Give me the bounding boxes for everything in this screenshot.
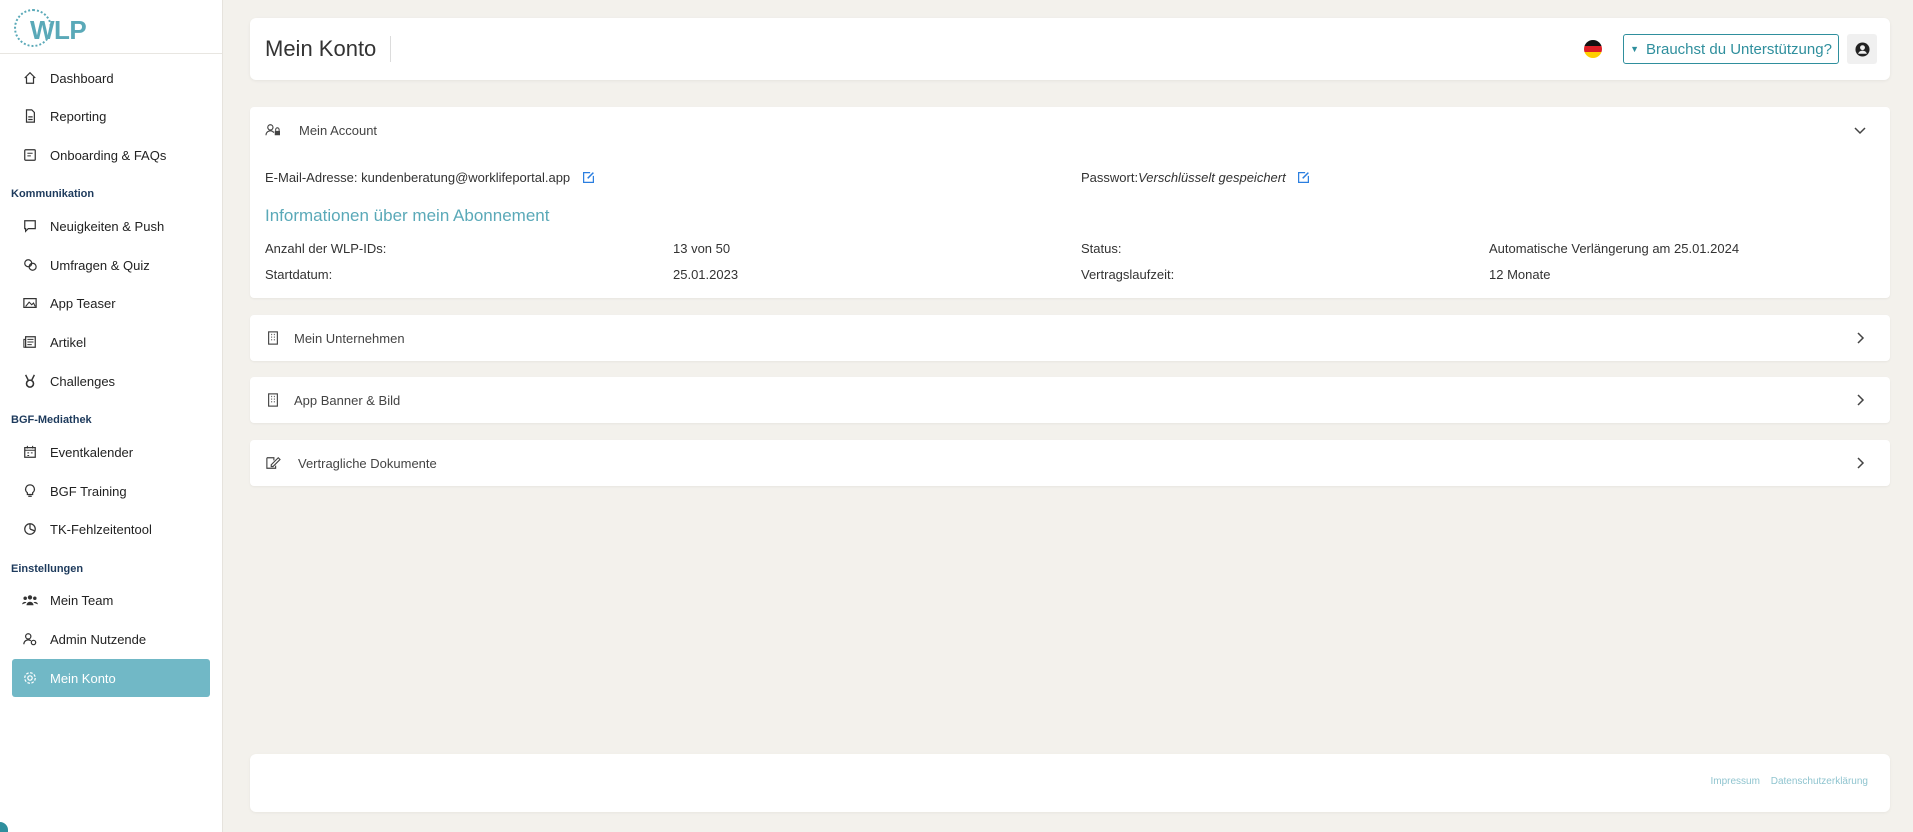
page-footer: Impressum Datenschutzerklärung xyxy=(250,754,1890,812)
home-icon xyxy=(22,70,38,86)
user-circle-icon xyxy=(1854,41,1870,57)
startdate-value: 25.01.2023 xyxy=(673,267,739,282)
support-button[interactable]: ▼ Brauchst du Unterstützung? xyxy=(1623,34,1839,64)
account-panel: Mein Account E-Mail-Adresse: kundenberat… xyxy=(250,107,1890,298)
contract-term-value: 12 Monate xyxy=(1489,267,1551,282)
email-label: E-Mail-Adresse: xyxy=(265,170,358,185)
sidebar-item-dashboard[interactable]: Dashboard xyxy=(12,59,210,97)
sidebar: WLP Dashboard Reporting Onboarding & FAQ… xyxy=(0,0,223,832)
impressum-link[interactable]: Impressum xyxy=(1710,776,1759,787)
chevron-down-icon[interactable] xyxy=(1852,122,1868,138)
building-icon xyxy=(265,330,281,346)
chevron-right-icon[interactable] xyxy=(1852,330,1868,346)
user-menu-button[interactable] xyxy=(1847,34,1877,64)
status-value: Automatische Verlängerung am 25.01.2024 xyxy=(1489,241,1740,256)
status-label: Status: xyxy=(1081,241,1122,256)
sidebar-item-eventkalender[interactable]: Eventkalender xyxy=(12,433,210,471)
sidebar-item-label: App Teaser xyxy=(50,295,116,311)
email-value: kundenberatung@worklifeportal.app xyxy=(361,170,571,185)
sidebar-item-mein-team[interactable]: Mein Team xyxy=(12,581,210,619)
password-label: Passwort: xyxy=(1081,170,1139,185)
password-field: Passwort:Verschlüsselt gespeichert xyxy=(1081,170,1310,185)
banner-panel[interactable]: App Banner & Bild xyxy=(250,377,1890,423)
sidebar-item-label: Umfragen & Quiz xyxy=(50,257,150,273)
datenschutz-link[interactable]: Datenschutzerklärung xyxy=(1771,776,1868,787)
newspaper-icon xyxy=(22,334,38,350)
pie-chart-icon xyxy=(22,521,38,537)
footer-links: Impressum Datenschutzerklärung xyxy=(1702,776,1868,787)
sidebar-item-label: Eventkalender xyxy=(50,444,134,460)
support-button-label: Brauchst du Unterstützung? xyxy=(1645,40,1832,58)
company-panel[interactable]: Mein Unternehmen xyxy=(250,315,1890,361)
sidebar-item-admin-nutzende[interactable]: Admin Nutzende xyxy=(12,620,210,658)
image-icon xyxy=(22,295,38,311)
section-einstellungen: Einstellungen xyxy=(11,563,84,575)
documents-panel-header[interactable]: Vertragliche Dokumente xyxy=(250,440,1890,486)
wlp-ids-value: 13 von 50 xyxy=(673,241,731,256)
sidebar-item-label: Challenges xyxy=(50,373,116,389)
building-icon xyxy=(265,392,281,408)
sidebar-item-neuigkeiten[interactable]: Neuigkeiten & Push xyxy=(12,207,210,245)
calendar-icon xyxy=(22,444,38,460)
sidebar-item-label: Onboarding & FAQs xyxy=(50,147,167,163)
startdate-label: Startdatum: xyxy=(265,267,333,282)
sidebar-item-tk-fehlzeitentool[interactable]: TK-Fehlzeitentool xyxy=(12,510,210,548)
section-kommunikation: Kommunikation xyxy=(11,188,95,200)
chat-icon xyxy=(22,257,38,273)
sidebar-item-label: Mein Team xyxy=(50,592,114,608)
logo[interactable]: WLP xyxy=(0,0,222,54)
lightbulb-icon xyxy=(22,483,38,499)
flag-de-icon[interactable] xyxy=(1584,40,1602,58)
account-panel-header[interactable]: Mein Account xyxy=(250,107,1890,153)
sidebar-item-label: Neuigkeiten & Push xyxy=(50,218,165,234)
edit-email-icon[interactable] xyxy=(582,171,595,184)
user-lock-icon xyxy=(265,122,281,138)
company-panel-title: Mein Unternehmen xyxy=(294,330,405,346)
sidebar-item-label: Reporting xyxy=(50,108,107,124)
sidebar-item-app-teaser[interactable]: App Teaser xyxy=(12,284,210,322)
sidebar-item-label: Mein Konto xyxy=(50,670,116,686)
logo-text: WLP xyxy=(30,15,87,45)
banner-panel-header[interactable]: App Banner & Bild xyxy=(250,377,1890,423)
documents-panel[interactable]: Vertragliche Dokumente xyxy=(250,440,1890,486)
chevron-right-icon[interactable] xyxy=(1852,455,1868,471)
signature-icon xyxy=(265,455,281,471)
page-title: Mein Konto xyxy=(265,36,392,62)
sidebar-item-mein-konto[interactable]: Mein Konto xyxy=(12,659,210,697)
edit-password-icon[interactable] xyxy=(1297,171,1310,184)
sidebar-item-reporting[interactable]: Reporting xyxy=(12,97,210,135)
banner-panel-title: App Banner & Bild xyxy=(294,392,401,408)
password-value: Verschlüsselt gespeichert xyxy=(1138,170,1286,185)
subscription-title: Informationen über mein Abonnement xyxy=(265,206,550,225)
sidebar-item-label: BGF Training xyxy=(50,483,127,499)
book-icon xyxy=(22,147,38,163)
wlp-ids-label: Anzahl der WLP-IDs: xyxy=(265,241,387,256)
message-icon xyxy=(22,218,38,234)
medal-icon xyxy=(22,373,38,389)
caret-down-icon: ▼ xyxy=(1630,44,1639,54)
team-icon xyxy=(22,592,38,608)
page-header: Mein Konto ▼ Brauchst du Unterstützung? xyxy=(250,18,1890,80)
sidebar-item-label: Dashboard xyxy=(50,70,114,86)
sidebar-item-challenges[interactable]: Challenges xyxy=(12,362,210,400)
sidebar-item-artikel[interactable]: Artikel xyxy=(12,323,210,361)
documents-panel-title: Vertragliche Dokumente xyxy=(298,455,437,471)
account-panel-title: Mein Account xyxy=(299,122,378,138)
sidebar-item-label: Artikel xyxy=(50,334,87,350)
document-icon xyxy=(22,108,38,124)
chevron-right-icon[interactable] xyxy=(1852,392,1868,408)
sidebar-item-onboarding[interactable]: Onboarding & FAQs xyxy=(12,136,210,174)
sidebar-item-bgf-training[interactable]: BGF Training xyxy=(12,472,210,510)
section-bgf-mediathek: BGF-Mediathek xyxy=(11,414,92,426)
company-panel-header[interactable]: Mein Unternehmen xyxy=(250,315,1890,361)
sidebar-item-umfragen[interactable]: Umfragen & Quiz xyxy=(12,246,210,284)
gear-icon xyxy=(22,670,38,686)
email-field: E-Mail-Adresse: kundenberatung@worklifep… xyxy=(265,170,595,185)
user-gear-icon xyxy=(22,631,38,647)
sidebar-item-label: Admin Nutzende xyxy=(50,631,147,647)
contract-term-label: Vertragslaufzeit: xyxy=(1081,267,1175,282)
sidebar-item-label: TK-Fehlzeitentool xyxy=(50,521,152,537)
